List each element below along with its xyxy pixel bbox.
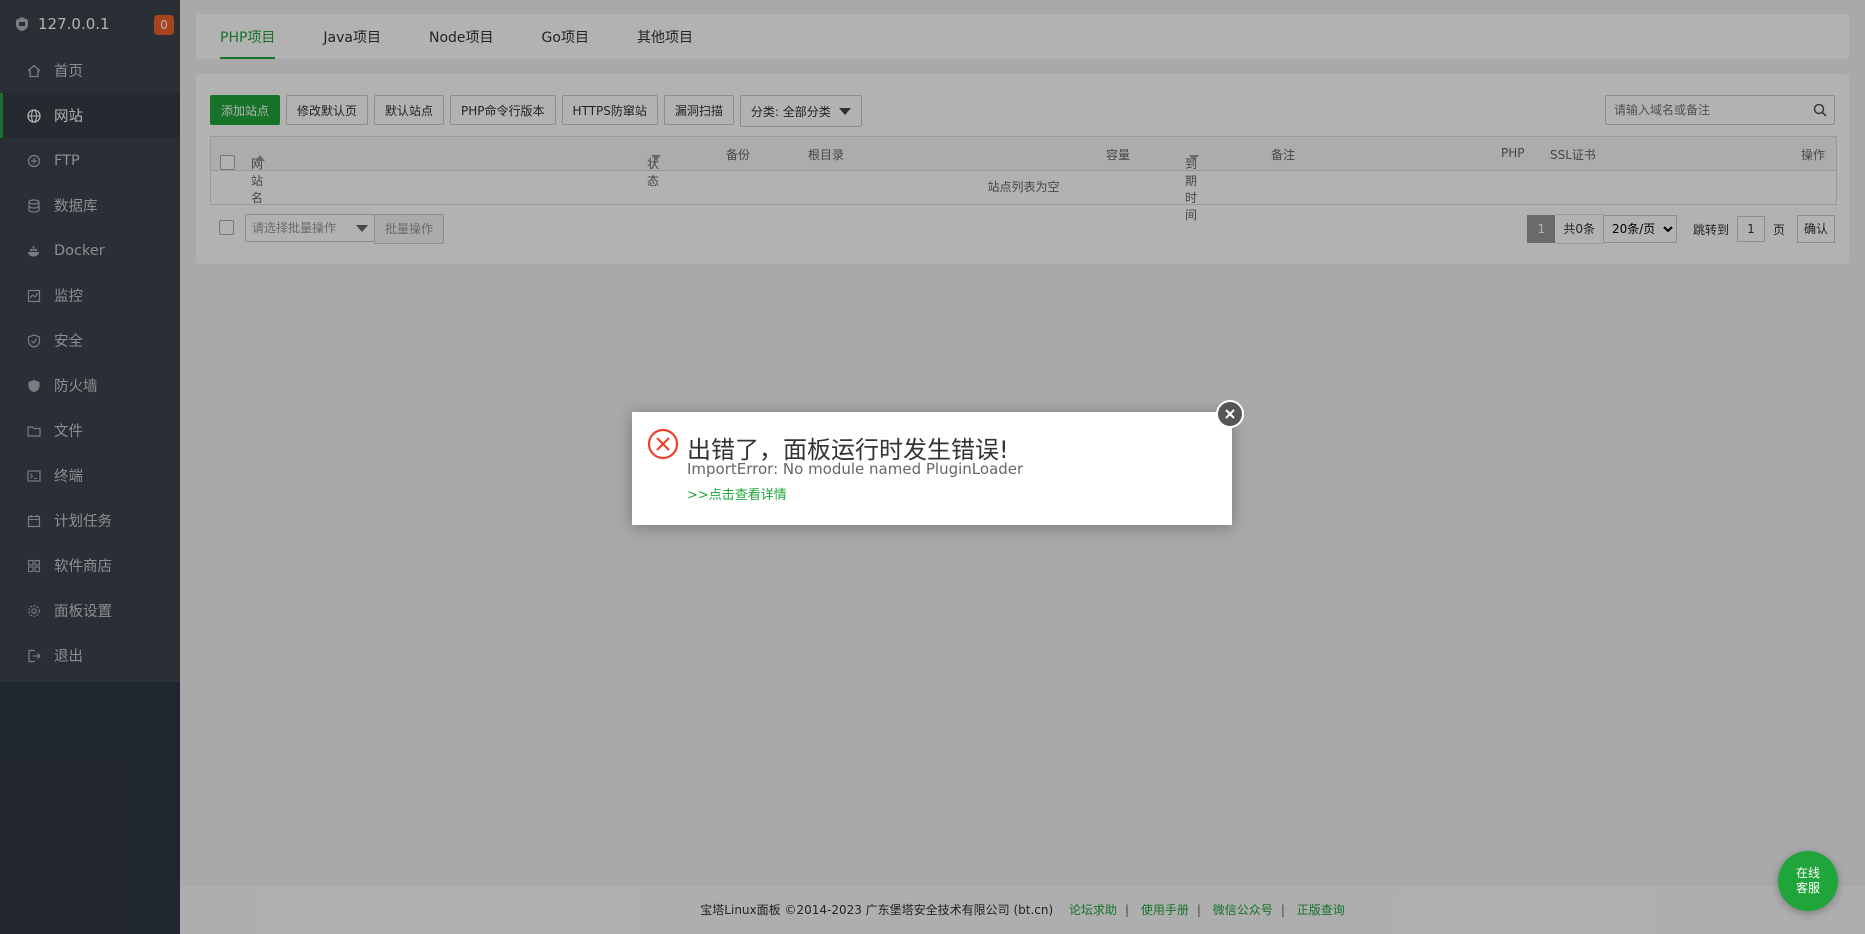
error-dialog: 出错了，面板运行时发生错误! ImportError: No module na… [632,412,1232,525]
dialog-close-button[interactable] [1216,400,1244,428]
support-label-line1: 在线 [1795,866,1820,880]
support-label: 在线 客服 [1796,866,1820,896]
support-label-line2: 客服 [1795,881,1820,895]
error-message: ImportError: No module named PluginLoade… [687,460,1024,478]
view-details-link[interactable]: >>点击查看详情 [687,484,787,503]
close-icon [1225,409,1235,419]
online-support-button[interactable]: 在线 客服 [1778,851,1838,911]
error-icon [647,428,679,460]
